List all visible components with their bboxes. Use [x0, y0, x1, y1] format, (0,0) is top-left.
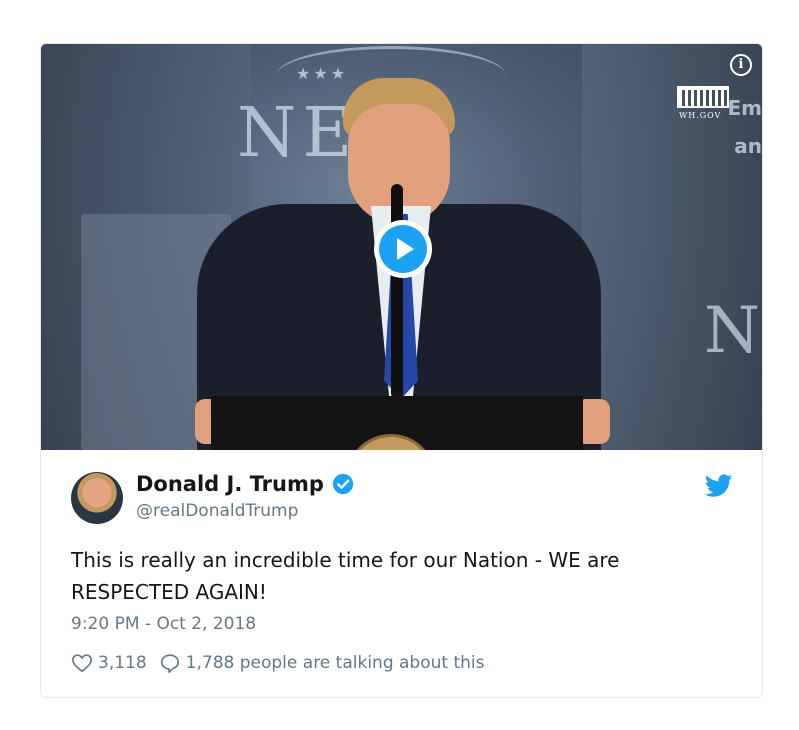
author-name-row: Donald J. Trump	[136, 472, 354, 496]
banner-text-2: an	[734, 134, 762, 158]
logo-stars: ★★★	[296, 64, 349, 83]
microphone	[391, 184, 403, 399]
video-player[interactable]: ★★★ NEA Em an N WH.GOV i	[41, 44, 762, 450]
author-handle[interactable]: @realDonaldTrump	[136, 501, 298, 521]
play-button[interactable]	[374, 220, 432, 278]
source-logo-text: WH.GOV	[679, 111, 722, 120]
whitehouse-logo: WH.GOV	[675, 86, 735, 122]
verified-badge-icon	[332, 473, 353, 495]
avatar[interactable]	[71, 472, 123, 524]
heart-icon[interactable]	[71, 652, 93, 674]
tweet-actions: 3,118 1,788 people are talking about thi…	[71, 652, 484, 674]
play-icon	[379, 225, 427, 273]
info-icon[interactable]: i	[730, 54, 752, 76]
tweet-card: ★★★ NEA Em an N WH.GOV i Donald J. Trump	[40, 43, 763, 698]
like-count[interactable]: 3,118	[98, 653, 147, 673]
tweet-text: This is really an incredible time for ou…	[71, 548, 620, 604]
whitehouse-building-icon	[677, 86, 729, 108]
banner-text-3: N	[704, 294, 760, 368]
reply-bubble-icon[interactable]	[159, 652, 181, 674]
reply-count-text[interactable]: 1,788 people are talking about this	[186, 653, 485, 673]
author-display-name[interactable]: Donald J. Trump	[136, 472, 324, 496]
twitter-bird-icon[interactable]	[705, 474, 733, 498]
tweet-timestamp[interactable]: 9:20 PM - Oct 2, 2018	[71, 614, 256, 634]
